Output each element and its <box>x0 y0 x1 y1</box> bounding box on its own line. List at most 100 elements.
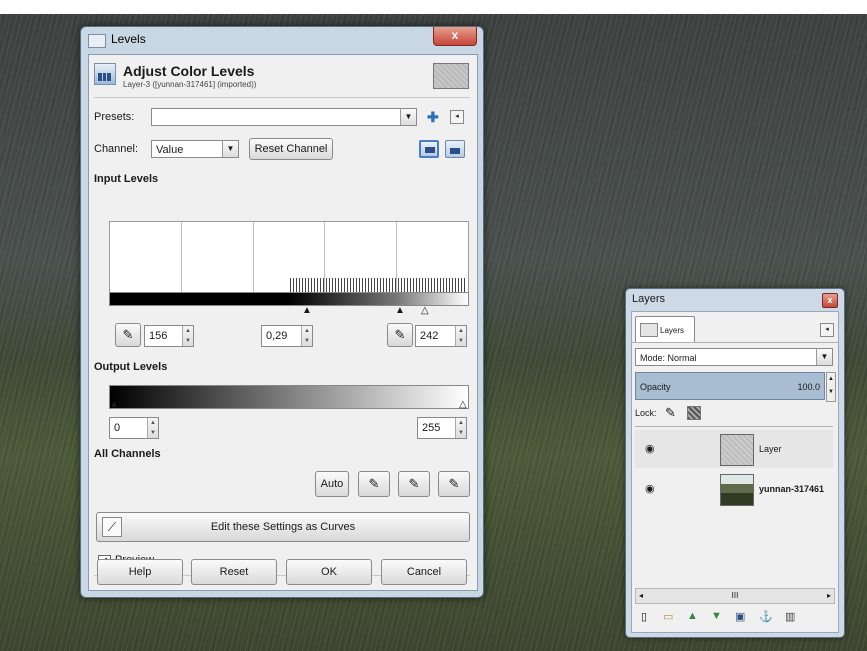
presets-combo[interactable]: ▼ <box>151 108 417 126</box>
gray-picker-icon[interactable]: ✎ <box>398 471 430 497</box>
layer-row[interactable]: ◉ yunnan-317461 <box>635 470 833 508</box>
mode-combo[interactable]: Mode: Normal ▼ <box>635 348 833 366</box>
anchor-icon[interactable]: ⚓ <box>759 610 773 623</box>
linear-histogram-icon[interactable] <box>419 140 439 158</box>
horizontal-scrollbar[interactable]: ◂ III ▸ <box>635 588 835 604</box>
input-low-handle[interactable]: ▲ <box>302 306 312 316</box>
layer-preview-thumbnail <box>433 63 469 89</box>
output-high-spin[interactable]: 255 ▲ ▼ <box>417 417 467 439</box>
levels-titlebar[interactable]: Levels x <box>81 27 483 53</box>
divider <box>94 97 470 98</box>
layers-dock: Layers x Layers ◂ Mode: Normal ▼ Opacity… <box>625 288 845 638</box>
chevron-down-icon[interactable]: ▼ <box>222 141 238 157</box>
tab-layers[interactable]: Layers <box>635 316 695 343</box>
new-group-icon[interactable]: ▭ <box>663 610 673 623</box>
ok-button[interactable]: OK <box>286 559 372 585</box>
output-low-value: 0 <box>114 422 121 434</box>
output-low-spin[interactable]: 0 ▲ ▼ <box>109 417 159 439</box>
scroll-thumb[interactable]: III <box>732 591 739 600</box>
top-strip <box>0 0 867 14</box>
levels-dialog: Levels x Adjust Color Levels Layer-3 ([y… <box>80 26 484 598</box>
levels-icon <box>94 63 116 85</box>
histogram <box>109 221 469 293</box>
spin-arrows-icon[interactable]: ▲ ▼ <box>301 326 312 346</box>
channel-label: Channel: <box>94 143 139 155</box>
lock-label: Lock: <box>635 408 657 418</box>
layers-toolbar: ▯ ▭ ▲ ▼ ▣ ⚓ ▥ <box>635 608 833 628</box>
output-low-handle[interactable]: ▲ <box>109 400 119 410</box>
spin-arrows-icon[interactable]: ▲ ▼ <box>147 418 158 438</box>
help-button[interactable]: Help <box>97 559 183 585</box>
duplicate-layer-icon[interactable]: ▣ <box>735 610 745 623</box>
new-layer-icon[interactable]: ▯ <box>641 610 647 623</box>
layer-row[interactable]: ◉ Layer <box>635 430 833 468</box>
output-high-handle[interactable]: △ <box>459 400 467 410</box>
white-picker-icon[interactable]: ✎ <box>438 471 470 497</box>
reset-channel-button[interactable]: Reset Channel <box>249 138 333 160</box>
window-title: Levels <box>111 32 146 46</box>
divider <box>632 342 838 343</box>
presets-label: Presets: <box>94 111 135 123</box>
layer-thumbnail <box>720 474 754 506</box>
input-gamma-spin[interactable]: 0,29 ▲ ▼ <box>261 325 313 347</box>
channel-combo[interactable]: Value ▼ <box>151 140 239 158</box>
black-picker-icon[interactable]: ✎ <box>358 471 390 497</box>
scroll-right-icon[interactable]: ▸ <box>827 589 831 603</box>
spin-arrows-icon[interactable]: ▲ ▼ <box>455 326 466 346</box>
scroll-left-icon[interactable]: ◂ <box>639 589 643 603</box>
divider <box>635 426 833 427</box>
auto-button[interactable]: Auto <box>315 471 349 497</box>
close-icon[interactable]: x <box>822 293 838 308</box>
window-icon <box>88 34 106 48</box>
grid-line <box>181 222 182 292</box>
dialog-subheading: Layer-3 ([yunnan-317461] (imported)) <box>123 80 257 89</box>
input-high-value: 242 <box>420 330 439 342</box>
opacity-slider[interactable]: Opacity 100.0 <box>635 372 825 400</box>
add-preset-icon[interactable]: ✚ <box>427 109 439 125</box>
layer-name: yunnan-317461 <box>759 484 825 494</box>
opacity-value: 100.0 <box>797 382 820 392</box>
close-button[interactable]: x <box>433 27 477 46</box>
white-point-picker-icon[interactable]: ✎ <box>387 323 413 347</box>
chevron-down-icon[interactable]: ▼ <box>816 349 832 365</box>
dialog-heading: Adjust Color Levels <box>123 63 255 79</box>
lower-layer-icon[interactable]: ▼ <box>711 610 722 622</box>
spin-arrows-icon[interactable]: ▲ ▼ <box>455 418 466 438</box>
eye-icon[interactable]: ◉ <box>645 442 655 455</box>
levels-client: Adjust Color Levels Layer-3 ([yunnan-317… <box>88 54 478 591</box>
output-high-value: 255 <box>422 422 441 434</box>
cancel-button[interactable]: Cancel <box>381 559 467 585</box>
edit-as-curves-button[interactable]: ⟋ Edit these Settings as Curves <box>96 512 470 542</box>
eye-icon[interactable]: ◉ <box>645 482 655 495</box>
tab-menu-icon[interactable]: ◂ <box>820 323 834 337</box>
layer-thumbnail <box>720 434 754 466</box>
reset-button[interactable]: Reset <box>191 559 277 585</box>
spin-arrows-icon[interactable]: ▲ ▼ <box>182 326 193 346</box>
input-low-spin[interactable]: 156 ▲ ▼ <box>144 325 194 347</box>
layers-client: Layers ◂ Mode: Normal ▼ Opacity 100.0 ▲ ▼… <box>631 311 839 633</box>
black-point-picker-icon[interactable]: ✎ <box>115 323 141 347</box>
lock-pixels-icon[interactable]: ✎ <box>665 405 676 421</box>
input-gradient <box>109 292 469 306</box>
mode-value: Mode: Normal <box>640 353 697 363</box>
input-gamma-value: 0,29 <box>266 330 288 342</box>
output-gradient <box>109 385 469 409</box>
input-gamma-handle[interactable]: ▲ <box>395 306 405 316</box>
channel-value: Value <box>156 144 184 156</box>
opacity-spin-icon[interactable]: ▲ ▼ <box>826 372 836 402</box>
layers-tab-icon <box>640 323 658 337</box>
delete-layer-icon[interactable]: ▥ <box>785 610 795 623</box>
input-levels-heading: Input Levels <box>94 173 159 185</box>
all-channels-heading: All Channels <box>94 448 161 460</box>
raise-layer-icon[interactable]: ▲ <box>687 610 698 622</box>
input-high-spin[interactable]: 242 ▲ ▼ <box>415 325 467 347</box>
input-high-handle[interactable]: △ <box>421 306 429 316</box>
preset-menu-icon[interactable]: ◂ <box>450 110 464 124</box>
output-levels-heading: Output Levels <box>94 361 168 373</box>
lock-alpha-icon[interactable] <box>687 406 701 420</box>
input-low-value: 156 <box>149 330 168 342</box>
layer-name: Layer <box>759 444 782 454</box>
grid-line <box>253 222 254 292</box>
chevron-down-icon[interactable]: ▼ <box>400 109 416 125</box>
log-histogram-icon[interactable] <box>445 140 465 158</box>
